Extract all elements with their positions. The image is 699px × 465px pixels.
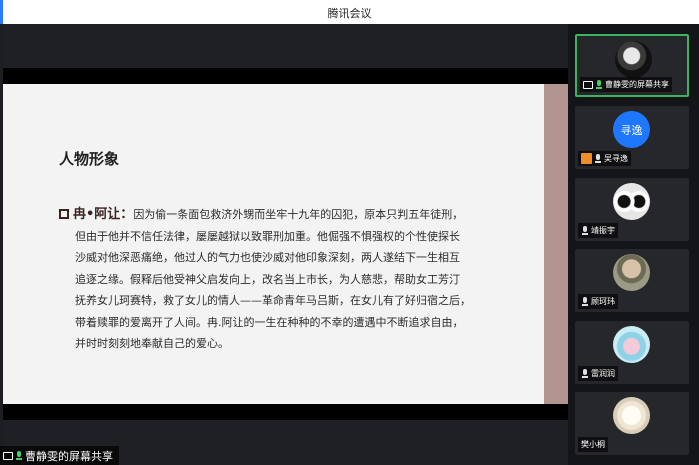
participant-name: 曹静雯的屏幕共享 (605, 80, 669, 89)
slide-side-band (544, 84, 568, 404)
slide-lead: 冉•阿让： (73, 207, 134, 222)
participant-name-bar: 雷润润 (578, 366, 618, 381)
participant-name-bar: 曹静雯的屏幕共享 (580, 77, 672, 92)
participant-name: 吴寻逸 (604, 154, 628, 163)
host-badge-icon (581, 153, 592, 164)
screen-share-icon (583, 80, 593, 89)
participant-avatar (615, 41, 652, 78)
screen-share-owner: 曹静雯的屏幕共享 (25, 449, 113, 463)
slide-line: 并时时刻刻地奉献自己的爱心。 (75, 337, 229, 350)
slide-line: 沙威对他深恶痛绝，他过人的气力也使沙威对他印象深刻，两人遂结下一生相互 (75, 251, 460, 264)
slide-paragraph: 冉•阿让：因为偷一条面包救济外甥而坐牢十九年的囚犯，原本只判五年徒刑， 但由于他… (59, 204, 499, 355)
participant-name: 靖振宇 (591, 226, 615, 235)
participant-name-bar: 吴寻逸 (578, 151, 631, 166)
mic-muted-icon (594, 153, 602, 164)
participant-name: 顾珂玮 (591, 297, 615, 306)
letterbox-top (3, 68, 568, 84)
participant-panel: 曹静雯的屏幕共享 寻逸 吴寻逸 靖振宇 顾珂玮 雷润润 樊小桐 (568, 24, 699, 465)
mic-muted-icon (581, 225, 589, 236)
participant-avatar (613, 326, 650, 363)
participant-tile[interactable]: 寻逸 吴寻逸 (575, 106, 689, 169)
participant-tile[interactable]: 顾珂玮 (575, 249, 689, 312)
participant-tile[interactable]: 雷润润 (575, 321, 689, 384)
slide-line: 抚养女儿珂赛特，救了女儿的情人——革命青年马吕斯，在女儿有了好归宿之后， (75, 294, 471, 307)
participant-avatar (613, 183, 650, 220)
participant-avatar: 寻逸 (613, 111, 650, 148)
shared-slide: 人物形象 冉•阿让：因为偷一条面包救济外甥而坐牢十九年的囚犯，原本只判五年徒刑，… (3, 84, 568, 404)
slide-line: 追逐之缘。假释后他受神父启发向上，改名当上市长，为人慈悲，帮助女工芳汀 (75, 272, 460, 286)
participant-name: 樊小桐 (581, 440, 605, 449)
mic-on-icon (595, 79, 603, 90)
title-bar: 腾讯会议 (0, 0, 699, 24)
mic-muted-icon (581, 296, 589, 307)
participant-tile[interactable]: 曹静雯的屏幕共享 (575, 34, 689, 97)
screen-share-icon (3, 451, 13, 460)
screen-share-label: 曹静雯的屏幕共享 (0, 446, 119, 465)
avatar-initials: 寻逸 (620, 123, 643, 137)
participant-name-bar: 顾珂玮 (578, 294, 618, 309)
participant-name: 雷润润 (591, 369, 615, 378)
participant-tile[interactable]: 靖振宇 (575, 178, 689, 241)
mic-muted-icon (581, 368, 589, 379)
slide-line: 因为偷一条面包救济外甥而坐牢十九年的囚犯，原本只判五年徒刑， (133, 208, 464, 221)
participant-avatar (613, 397, 650, 434)
app-title: 腾讯会议 (327, 7, 372, 20)
participant-name-bar: 樊小桐 (578, 437, 608, 452)
slide-line: 带着赎罪的爱离开了人间。冉.阿让的一生在种种的不幸的遭遇中不断追求自由， (75, 315, 464, 329)
mic-on-icon (15, 450, 23, 461)
participant-name-bar: 靖振宇 (578, 223, 618, 238)
slide-line: 但由于他并不信任法律，屡屡越狱以致罪刑加重。他倔强不惧强权的个性使探长 (75, 229, 460, 243)
letterbox-bottom (3, 404, 568, 420)
slide-heading: 人物形象 (59, 150, 120, 168)
participant-tile[interactable]: 樊小桐 (575, 392, 689, 455)
bullet-square-icon (59, 209, 69, 219)
participant-avatar (613, 254, 650, 291)
